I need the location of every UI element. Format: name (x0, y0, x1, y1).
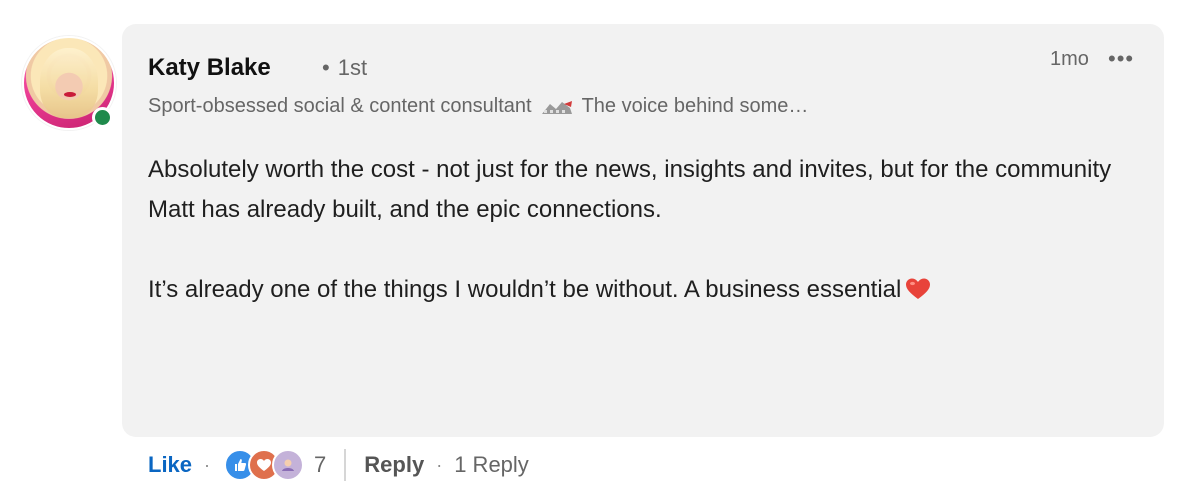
reaction-count[interactable]: 7 (314, 452, 326, 478)
comment-paragraph: It’s already one of the things I wouldn’… (148, 270, 1138, 310)
action-separator: · (436, 454, 443, 475)
like-button[interactable]: Like (148, 452, 192, 478)
reply-button[interactable]: Reply (364, 452, 424, 478)
connection-degree: • 1st (322, 55, 367, 81)
reactions-summary[interactable] (224, 449, 305, 481)
more-icon[interactable]: ••• (1108, 46, 1134, 72)
heart-emoji-icon (906, 278, 931, 299)
comment-paragraph: Absolutely worth the cost - not just for… (148, 156, 1112, 223)
avatar-detail (64, 92, 76, 97)
reply-count-link[interactable]: 1 Reply (454, 452, 529, 478)
author-name[interactable]: Katy Blake (148, 54, 271, 82)
comment-paragraph-text: It’s already one of the things I wouldn’… (148, 276, 902, 303)
comment-body: Absolutely worth the cost - not just for… (148, 150, 1138, 310)
racing-flag-icon (541, 100, 572, 114)
author-headline: Sport-obsessed social & content consulta… (148, 95, 808, 118)
comment: Katy Blake • 1st 1mo ••• Sport-obsessed s… (0, 0, 1194, 498)
support-reaction-icon (272, 449, 305, 481)
degree-separator: • (322, 55, 330, 80)
avatar-photo (40, 48, 98, 118)
headline-text: Sport-obsessed social & content consulta… (148, 95, 532, 117)
comment-actions: Like · 7 Reply · 1 Reply (148, 449, 529, 481)
degree-label: 1st (337, 55, 368, 80)
headline-suffix: The voice behind some… (581, 95, 809, 117)
timestamp: 1mo (1050, 48, 1089, 70)
actions-divider (344, 449, 347, 481)
online-status-icon (92, 107, 113, 128)
action-separator: · (204, 454, 211, 475)
